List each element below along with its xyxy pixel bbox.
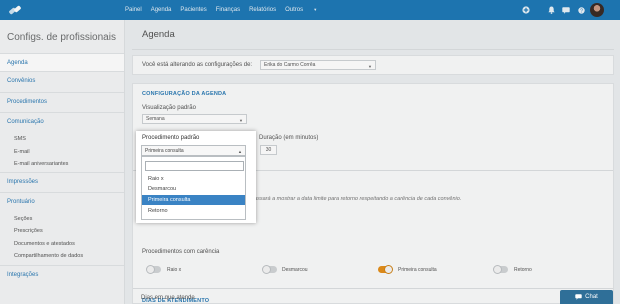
professional-select[interactable]: Erika do Carmo Corrêa ▼ <box>260 60 376 70</box>
procedimento-padrao-label: Procedimento padrão <box>142 135 200 141</box>
nav-relatorios[interactable]: Relatórios <box>249 7 276 13</box>
sidebar-subitem-email-aniversariantes[interactable]: E-mail aniversariantes <box>0 158 124 169</box>
professional-select-value: Erika do Carmo Corrêa <box>264 62 316 68</box>
nav-painel[interactable]: Painel <box>125 7 142 13</box>
chat-icon <box>575 294 582 300</box>
procedimento-padrao-value: Primeira consulta <box>145 147 184 154</box>
toggle-desmarcou-label: Desmarcou <box>282 267 308 273</box>
sidebar-item-convenios[interactable]: Convênios <box>0 71 124 89</box>
professional-selector-card: Você está alterando as configurações de:… <box>132 55 614 75</box>
toggle-retorno-label: Retorno <box>514 267 532 273</box>
sidebar-subitem-email[interactable]: E-mail <box>0 146 124 157</box>
nav-outros[interactable]: Outros ▾ <box>285 7 325 13</box>
toggle-retorno[interactable] <box>493 265 508 274</box>
chevron-down-icon: ▼ <box>239 118 243 123</box>
sidebar-item-comunicacao[interactable]: Comunicação <box>0 112 124 130</box>
procedimento-padrao-popup: Procedimento padrão Primeira consulta ▲ … <box>136 131 256 223</box>
sidebar-title: Configs. de profissionais <box>7 32 116 43</box>
sidebar-subitem-prescricoes[interactable]: Prescrições <box>0 225 124 236</box>
chevron-down-icon: ▼ <box>368 64 372 69</box>
chevron-down-icon: ▾ <box>314 7 317 12</box>
nav-outros-label: Outros <box>285 7 304 13</box>
toggle-primeira-consulta-label: Primeira consulta <box>398 267 437 273</box>
chat-button[interactable]: Chat <box>560 290 613 304</box>
procedimento-padrao-select[interactable]: Primeira consulta ▲ <box>141 145 246 156</box>
nav-pacientes[interactable]: Pacientes <box>180 7 206 13</box>
option-retorno[interactable]: Retorno <box>142 206 245 216</box>
default-view-value: Semana <box>146 116 165 122</box>
chat-label: Chat <box>585 294 598 300</box>
config-section-heading: CONFIGURAÇÃO DA AGENDA <box>142 91 227 97</box>
duration-input[interactable]: 30 <box>260 145 277 155</box>
title-divider <box>132 49 614 50</box>
sidebar: Configs. de profissionais Agenda Convêni… <box>0 20 125 304</box>
nav-agenda[interactable]: Agenda <box>151 7 172 13</box>
option-desmarcou[interactable]: Desmarcou <box>142 184 245 194</box>
option-raio-x[interactable]: Raio x <box>142 174 245 184</box>
dias-label: Dias em que atende <box>141 295 195 301</box>
user-avatar[interactable] <box>590 3 604 17</box>
sidebar-subitem-documentos[interactable]: Documentos e atestados <box>0 238 124 249</box>
sidebar-item-integracoes[interactable]: Integrações <box>0 265 124 283</box>
main-nav: Painel Agenda Pacientes Finanças Relatór… <box>125 0 334 20</box>
sidebar-subitem-secoes[interactable]: Seções <box>0 213 124 224</box>
toggle-primeira-consulta[interactable] <box>378 265 393 274</box>
page-title: Agenda <box>142 29 175 40</box>
duration-label: Duração (em minutos) <box>259 135 319 141</box>
carencia-label: Procedimentos com carência <box>142 249 220 255</box>
toggle-raio-x[interactable] <box>146 265 161 274</box>
app-logo-icon[interactable] <box>4 0 26 20</box>
top-navbar: Painel Agenda Pacientes Finanças Relatór… <box>0 0 620 20</box>
nav-financas[interactable]: Finanças <box>216 7 240 13</box>
option-primeira-consulta[interactable]: Primeira consulta <box>142 195 245 205</box>
sidebar-item-procedimentos[interactable]: Procedimentos <box>0 92 124 110</box>
sidebar-subitem-sms[interactable]: SMS <box>0 133 124 144</box>
return-help-text: passará a mostrar a data limite para ret… <box>251 196 462 202</box>
bell-icon[interactable] <box>548 0 555 20</box>
altering-label: Você está alterando as configurações de: <box>142 62 253 68</box>
dropdown-search-input[interactable] <box>145 161 244 171</box>
sidebar-item-impressoes[interactable]: Impressões <box>0 172 124 190</box>
procedimento-dropdown: Raio x Desmarcou Primeira consulta Retor… <box>141 156 246 220</box>
sidebar-item-prontuario[interactable]: Prontuário <box>0 192 124 210</box>
toggle-raio-x-label: Raio x <box>167 267 182 273</box>
chevron-up-icon: ▲ <box>238 149 242 154</box>
default-view-label: Visualização padrão <box>142 105 196 111</box>
sidebar-subitem-compartilhamento[interactable]: Compartilhamento de dados <box>0 250 124 261</box>
add-circle-icon[interactable] <box>522 0 530 20</box>
message-icon[interactable] <box>562 0 570 20</box>
svg-text:?: ? <box>580 8 583 14</box>
help-icon[interactable]: ? <box>578 0 585 20</box>
default-view-select[interactable]: Semana ▼ <box>142 114 247 124</box>
sidebar-item-agenda[interactable]: Agenda <box>0 53 124 71</box>
section-divider <box>133 288 613 289</box>
toggle-desmarcou[interactable] <box>262 265 277 274</box>
